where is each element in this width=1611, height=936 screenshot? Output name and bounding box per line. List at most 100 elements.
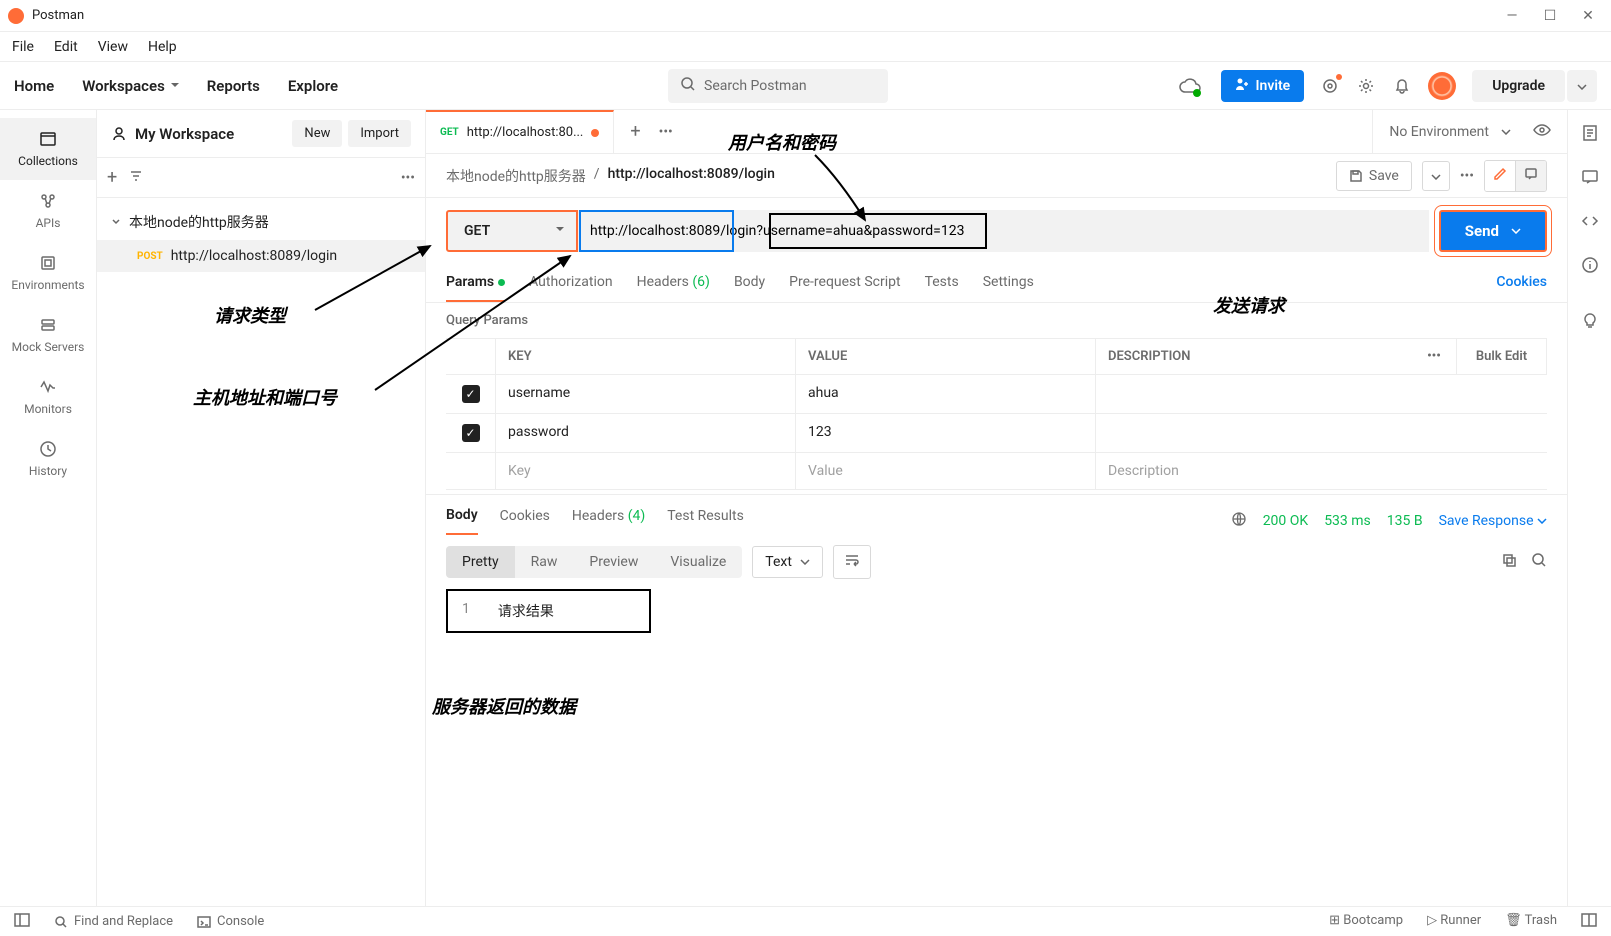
sidebar-item-monitors[interactable]: Monitors [0,366,96,428]
table-row-empty[interactable]: Key Value Description [446,453,1547,490]
menu-help[interactable]: Help [148,39,177,55]
wrap-icon[interactable] [833,545,871,579]
resp-tab-headers[interactable]: Headers (4) [572,508,645,534]
request-tab[interactable]: GET http://localhost:80... [426,110,614,154]
tab-tests[interactable]: Tests [925,274,959,302]
tab-body[interactable]: Body [734,274,765,302]
environment-select[interactable]: No Environment [1372,110,1567,153]
search-input[interactable]: Search Postman [668,69,888,103]
comments-icon[interactable] [1581,168,1599,190]
runner-button[interactable]: ▷ Runner [1427,913,1481,931]
mode-preview[interactable]: Preview [573,546,654,578]
tab-settings[interactable]: Settings [983,274,1034,302]
menu-file[interactable]: File [12,39,34,55]
request-row[interactable]: POST http://localhost:8089/login [97,240,425,272]
menubar: File Edit View Help [0,32,1611,62]
table-row[interactable]: ✓ password 123 [446,414,1547,453]
new-button[interactable]: New [292,120,342,147]
mode-raw[interactable]: Raw [515,546,574,578]
menu-view[interactable]: View [98,39,128,55]
maximize-icon[interactable]: ☐ [1543,9,1557,23]
console-button[interactable]: Console [197,914,264,929]
info-icon[interactable] [1581,256,1599,278]
upgrade-button[interactable]: Upgrade [1472,70,1565,102]
minimize-icon[interactable]: — [1505,9,1519,23]
close-icon[interactable]: ✕ [1581,9,1595,23]
checkbox-icon[interactable]: ✓ [462,424,480,442]
sb-panel-icon[interactable] [14,913,30,931]
checkbox-icon[interactable]: ✓ [462,385,480,403]
tab-authorization[interactable]: Authorization [529,274,612,302]
comment-icon[interactable] [1516,161,1546,191]
sidebar-item-mock-servers[interactable]: Mock Servers [0,304,96,366]
resp-tab-tests[interactable]: Test Results [667,508,744,534]
params-table: KEY VALUE DESCRIPTION ••• Bulk Edit ✓ us… [446,338,1547,490]
docs-icon[interactable] [1581,124,1599,146]
table-row[interactable]: ✓ username ahua [446,375,1547,414]
capture-icon[interactable] [1320,76,1340,96]
bootcamp-button[interactable]: ⊞ Bootcamp [1329,913,1403,931]
code-icon[interactable] [1581,212,1599,234]
status-size: 135 B [1387,513,1423,529]
sidebar-item-history[interactable]: History [0,428,96,490]
env-preview-icon[interactable] [1533,123,1551,141]
upgrade-dropdown[interactable] [1567,70,1597,102]
import-button[interactable]: Import [348,120,411,147]
response-body[interactable]: 1 请求结果 [446,589,651,633]
settings-icon[interactable] [1356,76,1376,96]
sync-icon[interactable] [1175,71,1205,101]
status-time: 533 ms [1324,513,1371,529]
save-button[interactable]: Save [1336,161,1412,191]
edit-icon[interactable] [1485,161,1516,191]
cookies-link[interactable]: Cookies [1496,274,1547,302]
bulk-edit-button[interactable]: Bulk Edit [1457,339,1547,374]
send-button[interactable]: Send [1439,210,1547,252]
language-select[interactable]: Text [752,546,823,578]
nav-home[interactable]: Home [14,77,54,95]
nav-explore[interactable]: Explore [288,77,338,95]
tab-headers[interactable]: Headers (6) [637,274,710,302]
tab-params[interactable]: Params [446,274,505,302]
more-icon[interactable]: ••• [401,170,415,186]
collection-row[interactable]: 本地node的http服务器 [97,204,425,240]
url-input[interactable] [578,210,1429,252]
invite-button[interactable]: Invite [1221,70,1304,102]
globe-icon[interactable] [1231,511,1247,531]
save-dropdown[interactable] [1422,161,1450,191]
resp-tab-body[interactable]: Body [446,507,478,535]
search-icon [680,76,696,96]
method-select[interactable]: GET [446,210,578,252]
layout-icon[interactable] [1581,913,1597,931]
save-response-button[interactable]: Save Response [1439,513,1547,529]
top-nav: Home Workspaces Reports Explore Search P… [0,62,1611,110]
bulb-icon[interactable] [1581,312,1599,334]
sidebar-item-collections[interactable]: Collections [0,118,96,180]
mode-pretty[interactable]: Pretty [446,546,515,578]
avatar[interactable] [1428,72,1456,100]
new-tab-icon[interactable]: + [630,121,640,142]
mode-visualize[interactable]: Visualize [654,546,742,578]
right-rail [1567,110,1611,906]
nav-reports[interactable]: Reports [207,77,260,95]
secondary-sidebar: My Workspace New Import + ••• 本地node的htt… [97,110,426,906]
notifications-icon[interactable] [1392,76,1412,96]
workspace-name[interactable]: My Workspace [111,125,292,143]
tab-more-icon[interactable]: ••• [659,124,673,140]
nav-workspaces[interactable]: Workspaces [82,77,179,95]
search-resp-icon[interactable] [1531,552,1547,572]
params-options-icon[interactable]: ••• [1412,339,1457,374]
tab-prerequest[interactable]: Pre-request Script [789,274,900,302]
postman-logo-icon [8,8,24,24]
resp-tab-cookies[interactable]: Cookies [500,508,550,534]
menu-edit[interactable]: Edit [54,39,78,55]
sidebar-item-environments[interactable]: Environments [0,242,96,304]
trash-button[interactable]: 🗑 Trash [1505,913,1557,931]
content-area: GET http://localhost:80... + ••• No Envi… [426,110,1567,906]
filter-icon[interactable] [129,169,143,187]
copy-icon[interactable] [1501,552,1517,572]
find-replace-button[interactable]: Find and Replace [54,914,173,929]
add-icon[interactable]: + [107,167,117,188]
bc-more-icon[interactable]: ••• [1460,168,1474,184]
sidebar-item-apis[interactable]: APIs [0,180,96,242]
status-code: 200 OK [1263,513,1309,529]
